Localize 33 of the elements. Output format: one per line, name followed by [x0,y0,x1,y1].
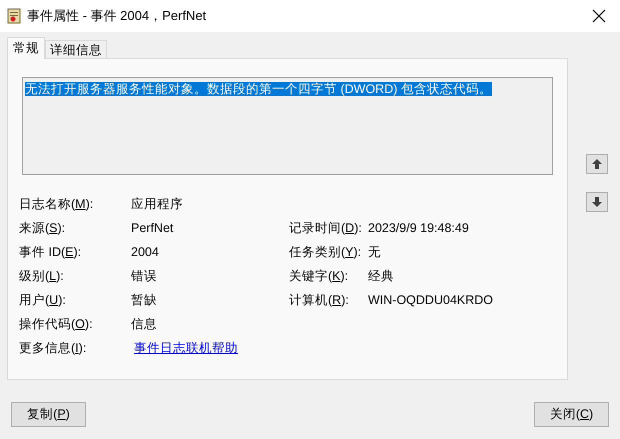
field-value: 信息 [131,316,157,333]
field-value: 2023/9/9 19:48:49 [368,220,469,237]
field-label: 日志名称(M): [19,196,94,213]
window-title: 事件属性 - 事件 2004，PerfNet [27,7,206,26]
close-button[interactable]: 关闭(C) [534,402,609,427]
field-label: 操作代码(O): [19,316,94,333]
next-event-button[interactable] [586,192,608,212]
field-value: PerfNet [131,220,174,237]
field-value: 2004 [131,244,159,261]
tab[interactable]: 常规 [7,37,45,59]
field-label: 事件 ID(E): [19,244,82,261]
previous-event-button[interactable] [586,154,608,174]
up-arrow-icon [591,158,603,170]
field-label: 任务类别(Y): [289,244,362,261]
field-value: 错误 [131,268,157,285]
field-value: 无 [368,244,381,261]
field-value: 经典 [368,268,394,285]
field-value: 暂缺 [131,292,157,309]
description-text: 无法打开服务器服务性能对象。数据段的第一个四字节 (DWORD) 包含状态代码。 [25,82,492,96]
copy-button[interactable]: 复制(P) [11,402,86,427]
field-value: WIN-OQDDU04KRDO [368,292,494,309]
field-value: 应用程序 [131,196,183,213]
down-arrow-icon [591,196,603,208]
field-label: 更多信息(I): [19,340,88,357]
field-label: 计算机(R): [289,292,350,309]
field-label: 记录时间(D): [289,220,363,237]
field-label: 用户(U): [19,292,67,309]
field-label: 来源(S): [19,220,66,237]
tab[interactable]: 详细信息 [45,40,107,58]
event-log-icon [7,8,21,24]
help-link[interactable]: 事件日志联机帮助 [131,338,238,358]
field-label: 关键字(K): [289,268,350,285]
field-label: 级别(L): [19,268,65,285]
